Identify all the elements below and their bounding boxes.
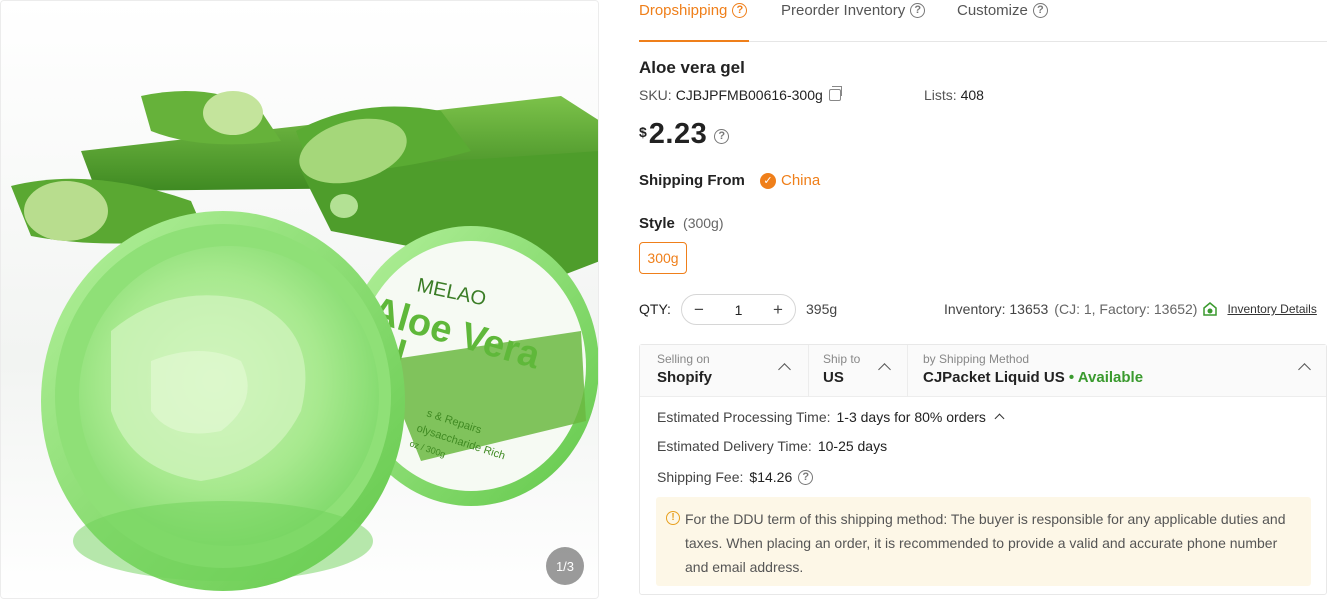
- lists-label: Lists:: [924, 87, 957, 103]
- tab-preorder-label: Preorder Inventory: [781, 2, 906, 19]
- inventory-total: Inventory: 13653: [944, 301, 1049, 317]
- ship-to-selector[interactable]: Ship to US: [823, 352, 860, 386]
- inventory-row: Inventory: 13653 (CJ: 1, Factory: 13652)…: [944, 301, 1317, 317]
- tab-customize-label: Customize: [957, 2, 1028, 19]
- delivery-time-value: 10-25 days: [817, 438, 888, 454]
- price-currency: $: [639, 124, 647, 140]
- chevron-up-icon[interactable]: [1298, 363, 1311, 376]
- purchase-mode-tabs: Dropshipping ? Preorder Inventory ? Cust…: [639, 0, 1327, 42]
- shipping-info-box: Selling on Shopify Ship to US by Shippin…: [639, 344, 1327, 595]
- product-title: Aloe vera gel: [639, 58, 745, 77]
- plus-icon[interactable]: +: [771, 300, 785, 320]
- shipping-selector-header: Selling on Shopify Ship to US by Shippin…: [640, 345, 1326, 397]
- shipping-method-selector[interactable]: by Shipping Method CJPacket Liquid US • …: [923, 352, 1143, 386]
- selling-on-value: Shopify: [657, 369, 712, 386]
- help-circle-icon[interactable]: ?: [1032, 3, 1048, 18]
- shipping-from-label: Shipping From: [639, 172, 745, 189]
- quantity-input[interactable]: 1: [735, 302, 743, 318]
- delivery-time-label: Estimated Delivery Time:: [657, 438, 812, 454]
- help-circle-icon[interactable]: ?: [798, 469, 814, 485]
- chevron-up-icon[interactable]: [994, 413, 1005, 424]
- chevron-up-icon[interactable]: [878, 363, 891, 376]
- selling-on-selector[interactable]: Selling on Shopify: [657, 352, 712, 386]
- shipping-origin-value: China: [781, 172, 821, 189]
- selling-on-label: Selling on: [657, 352, 710, 366]
- shipping-method-row: CJPacket Liquid US • Available: [923, 369, 1143, 386]
- minus-icon[interactable]: −: [692, 300, 706, 320]
- delivery-time-row: Estimated Delivery Time: 10-25 days: [657, 438, 887, 454]
- shipping-fee-row: Shipping Fee: $14.26 ?: [657, 469, 814, 485]
- shipping-fee-label: Shipping Fee:: [657, 469, 744, 485]
- sku-row: SKU: CJBJPFMB00616-300g: [639, 86, 842, 103]
- qty-label: QTY:: [639, 301, 671, 317]
- style-label: Style: [639, 215, 675, 232]
- ddu-notice: ! For the DDU term of this shipping meth…: [656, 497, 1311, 586]
- ship-to-value: US: [823, 369, 844, 386]
- help-circle-icon[interactable]: ?: [910, 3, 926, 18]
- inventory-details-link[interactable]: Inventory Details: [1227, 302, 1316, 316]
- tab-preorder-inventory[interactable]: Preorder Inventory ?: [781, 2, 926, 19]
- processing-time-label: Estimated Processing Time:: [657, 409, 831, 425]
- shipping-fee-value: $14.26: [749, 469, 793, 485]
- divider: [907, 345, 908, 397]
- quantity-stepper: − 1 +: [681, 294, 796, 325]
- price-amount: 2.23: [648, 118, 708, 150]
- copy-icon[interactable]: [828, 86, 842, 101]
- style-row: Style (300g): [639, 215, 724, 232]
- processing-time-value: 1-3 days for 80% orders: [836, 409, 986, 425]
- divider: [808, 345, 809, 397]
- processing-time-row: Estimated Processing Time: 1-3 days for …: [657, 409, 1005, 425]
- image-counter[interactable]: 1/3: [546, 547, 584, 585]
- lists-value: 408: [960, 87, 984, 103]
- shipping-origin-option[interactable]: ✓ China: [760, 172, 820, 189]
- help-circle-icon[interactable]: ?: [714, 129, 730, 144]
- shipping-method-value: CJPacket Liquid US: [923, 369, 1065, 386]
- product-details-panel: Dropshipping ? Preorder Inventory ? Cust…: [639, 0, 1329, 600]
- tab-customize[interactable]: Customize ?: [957, 2, 1048, 19]
- active-tab-indicator: [639, 40, 749, 42]
- warehouse-icon: [1203, 302, 1218, 316]
- product-weight: 395g: [806, 301, 838, 317]
- ship-to-label: Ship to: [823, 352, 861, 366]
- price: $ 2.23 ?: [639, 118, 730, 151]
- tab-dropshipping-label: Dropshipping: [639, 2, 728, 19]
- style-selected-note: (300g): [683, 215, 724, 231]
- chevron-up-icon[interactable]: [778, 363, 791, 376]
- availability-status: • Available: [1068, 369, 1144, 386]
- inventory-breakdown: (CJ: 1, Factory: 13652): [1054, 301, 1198, 317]
- help-circle-icon[interactable]: ?: [732, 3, 748, 18]
- sku-value: CJBJPFMB00616-300g: [675, 87, 823, 103]
- product-image: MELAO Aloe Vera el s & Repairs olysaccha…: [1, 1, 598, 598]
- shipping-method-label: by Shipping Method: [923, 352, 1030, 366]
- product-image-gallery[interactable]: MELAO Aloe Vera el s & Repairs olysaccha…: [0, 0, 599, 599]
- warning-icon: !: [666, 511, 680, 525]
- ddu-notice-text: For the DDU term of this shipping method…: [685, 511, 1286, 575]
- style-option-300g[interactable]: 300g: [639, 242, 687, 274]
- lists-count: Lists: 408: [924, 87, 984, 103]
- check-circle-icon: ✓: [760, 172, 776, 189]
- sku-label: SKU:: [639, 87, 672, 103]
- tab-dropshipping[interactable]: Dropshipping ?: [639, 2, 748, 19]
